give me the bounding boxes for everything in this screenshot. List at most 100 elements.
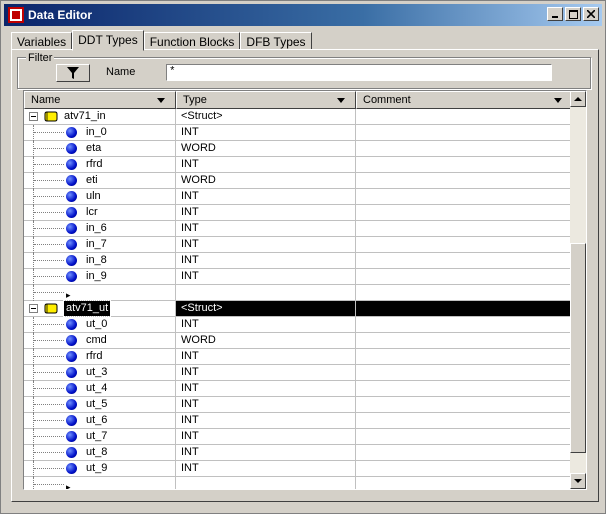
- type-cell[interactable]: INT: [176, 365, 356, 380]
- type-cell[interactable]: <Struct>: [176, 109, 356, 124]
- type-cell[interactable]: WORD: [176, 141, 356, 156]
- chevron-down-icon[interactable]: [337, 98, 345, 103]
- tab-ddt-types[interactable]: DDT Types: [72, 30, 144, 51]
- comment-cell[interactable]: [356, 317, 573, 332]
- name-cell[interactable]: uln: [24, 189, 176, 205]
- table-row[interactable]: ut_6 INT: [24, 413, 573, 429]
- struct-row[interactable]: atv71_ut <Struct>: [24, 300, 573, 317]
- table-row[interactable]: ut_9 INT: [24, 461, 573, 477]
- table-row[interactable]: in_8 INT: [24, 253, 573, 269]
- struct-row[interactable]: atv71_in <Struct>: [24, 109, 573, 125]
- type-cell[interactable]: INT: [176, 157, 356, 172]
- tab-variables[interactable]: Variables: [11, 32, 73, 50]
- comment-cell[interactable]: [356, 333, 573, 348]
- comment-cell[interactable]: [356, 141, 573, 156]
- type-cell[interactable]: INT: [176, 237, 356, 252]
- comment-cell[interactable]: [356, 237, 573, 252]
- type-cell[interactable]: INT: [176, 397, 356, 412]
- type-cell[interactable]: INT: [176, 317, 356, 332]
- comment-cell[interactable]: [356, 157, 573, 172]
- name-cell[interactable]: in_9: [24, 269, 176, 285]
- scroll-thumb[interactable]: [570, 243, 586, 453]
- table-row[interactable]: ut_5 INT: [24, 397, 573, 413]
- collapse-toggle-icon[interactable]: [29, 112, 38, 121]
- title-bar[interactable]: Data Editor: [4, 4, 602, 26]
- table-row[interactable]: uln INT: [24, 189, 573, 205]
- type-cell[interactable]: INT: [176, 445, 356, 460]
- table-row[interactable]: eta WORD: [24, 141, 573, 157]
- type-cell[interactable]: INT: [176, 429, 356, 444]
- filter-button[interactable]: [56, 64, 90, 82]
- table-row[interactable]: rfrd INT: [24, 157, 573, 173]
- type-cell[interactable]: INT: [176, 125, 356, 140]
- table-row[interactable]: ut_0 INT: [24, 317, 573, 333]
- table-row[interactable]: eti WORD: [24, 173, 573, 189]
- name-cell[interactable]: ut_3: [24, 365, 176, 381]
- type-cell[interactable]: INT: [176, 461, 356, 476]
- table-row[interactable]: ut_4 INT: [24, 381, 573, 397]
- type-cell[interactable]: WORD: [176, 333, 356, 348]
- comment-cell[interactable]: [356, 285, 573, 300]
- comment-cell[interactable]: [356, 173, 573, 188]
- chevron-down-icon[interactable]: [554, 98, 562, 103]
- comment-cell[interactable]: [356, 301, 573, 316]
- type-cell[interactable]: INT: [176, 413, 356, 428]
- comment-cell[interactable]: [356, 253, 573, 268]
- comment-cell[interactable]: [356, 269, 573, 284]
- comment-cell[interactable]: [356, 109, 573, 124]
- type-cell[interactable]: <Struct>: [176, 301, 356, 316]
- collapse-toggle-icon[interactable]: [29, 304, 38, 313]
- column-header-type[interactable]: Type: [176, 91, 356, 109]
- name-cell[interactable]: cmd: [24, 333, 176, 349]
- comment-cell[interactable]: [356, 125, 573, 140]
- name-cell[interactable]: atv71_ut: [24, 300, 176, 317]
- comment-cell[interactable]: [356, 221, 573, 236]
- comment-cell[interactable]: [356, 365, 573, 380]
- column-header-comment[interactable]: Comment: [356, 91, 573, 109]
- comment-cell[interactable]: [356, 445, 573, 460]
- name-cell[interactable]: ut_8: [24, 445, 176, 461]
- table-row[interactable]: rfrd INT: [24, 349, 573, 365]
- comment-cell[interactable]: [356, 397, 573, 412]
- scroll-up-button[interactable]: [570, 91, 586, 107]
- name-cell[interactable]: ▸: [24, 477, 176, 489]
- tab-dfb-types[interactable]: DFB Types: [240, 32, 312, 50]
- comment-cell[interactable]: [356, 205, 573, 220]
- column-header-name[interactable]: Name: [24, 91, 176, 109]
- chevron-down-icon[interactable]: [157, 98, 165, 103]
- name-cell[interactable]: ut_7: [24, 429, 176, 445]
- table-row[interactable]: in_9 INT: [24, 269, 573, 285]
- comment-cell[interactable]: [356, 381, 573, 396]
- name-cell[interactable]: ut_5: [24, 397, 176, 413]
- comment-cell[interactable]: [356, 189, 573, 204]
- table-row[interactable]: ut_8 INT: [24, 445, 573, 461]
- new-row[interactable]: ▸: [24, 285, 573, 301]
- name-cell[interactable]: ut_9: [24, 461, 176, 477]
- comment-cell[interactable]: [356, 461, 573, 476]
- table-row[interactable]: ut_3 INT: [24, 365, 573, 381]
- name-cell[interactable]: in_8: [24, 253, 176, 269]
- type-cell[interactable]: INT: [176, 349, 356, 364]
- vertical-scrollbar[interactable]: [570, 91, 586, 489]
- scroll-down-button[interactable]: [570, 473, 586, 489]
- name-cell[interactable]: rfrd: [24, 349, 176, 365]
- filter-name-input[interactable]: *: [166, 64, 552, 81]
- name-cell[interactable]: ut_4: [24, 381, 176, 397]
- table-row[interactable]: in_0 INT: [24, 125, 573, 141]
- name-cell[interactable]: ut_6: [24, 413, 176, 429]
- type-cell[interactable]: WORD: [176, 173, 356, 188]
- type-cell[interactable]: INT: [176, 189, 356, 204]
- table-row[interactable]: ut_7 INT: [24, 429, 573, 445]
- name-cell[interactable]: eti: [24, 173, 176, 189]
- table-row[interactable]: in_7 INT: [24, 237, 573, 253]
- name-cell[interactable]: atv71_in: [24, 109, 176, 124]
- type-cell[interactable]: INT: [176, 221, 356, 236]
- comment-cell[interactable]: [356, 429, 573, 444]
- name-cell[interactable]: in_7: [24, 237, 176, 253]
- tab-function-blocks[interactable]: Function Blocks: [143, 32, 241, 50]
- type-cell[interactable]: [176, 285, 356, 300]
- name-cell[interactable]: lcr: [24, 205, 176, 221]
- table-row[interactable]: lcr INT: [24, 205, 573, 221]
- type-cell[interactable]: INT: [176, 205, 356, 220]
- name-cell[interactable]: eta: [24, 141, 176, 157]
